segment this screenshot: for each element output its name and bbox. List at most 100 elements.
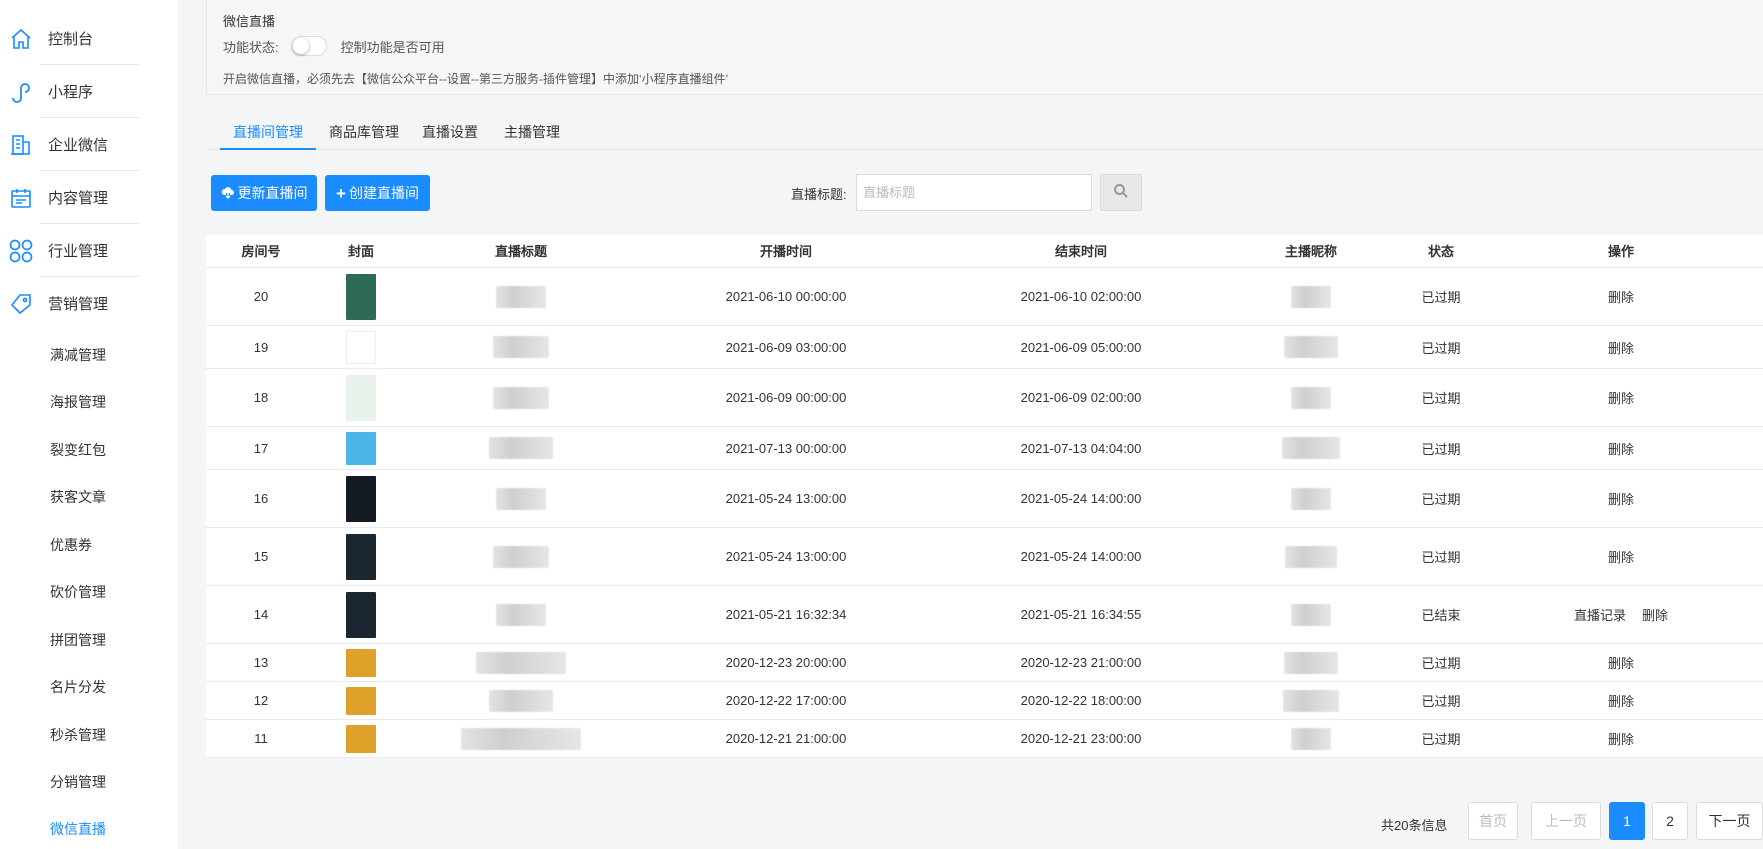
- column-header-start: 开播时间: [759, 244, 812, 259]
- delete-link[interactable]: 删除: [1608, 729, 1634, 748]
- sidebar-item-dashboard[interactable]: 控制台: [0, 12, 140, 65]
- anchor-cell: [1226, 326, 1396, 368]
- delete-link[interactable]: 删除: [1608, 653, 1634, 672]
- sidebar-sub-flash-sale[interactable]: 秒杀管理: [50, 725, 106, 745]
- status-cell: 已过期: [1421, 290, 1461, 305]
- delete-link[interactable]: 删除: [1608, 388, 1634, 407]
- anchor-cell: [1226, 644, 1396, 681]
- tab-product-library[interactable]: 商品库管理: [316, 122, 412, 150]
- page-button-2[interactable]: 2: [1652, 802, 1688, 840]
- feature-toggle[interactable]: [290, 36, 327, 56]
- tab-live-rooms[interactable]: 直播间管理: [220, 122, 316, 150]
- plus-icon: +: [336, 183, 346, 203]
- redacted-anchor: [1283, 689, 1339, 712]
- table-row: 13 2020-12-23 20:00:00 2020-12-23 21:00:00…: [206, 644, 1763, 682]
- sidebar-sub-poster[interactable]: 海报管理: [50, 392, 106, 412]
- calendar-icon: [8, 185, 34, 211]
- search-button[interactable]: [1100, 174, 1142, 211]
- create-room-button[interactable]: + 创建直播间: [325, 175, 430, 211]
- actions-cell: 删除: [1486, 369, 1756, 426]
- sidebar-item-industry[interactable]: 行业管理: [0, 224, 140, 277]
- delete-link[interactable]: 删除: [1608, 547, 1634, 566]
- actions-cell: 删除: [1486, 720, 1756, 757]
- page-button-1[interactable]: 1: [1609, 802, 1645, 840]
- end-time-cell: 2021-06-09 05:00:00: [1020, 339, 1142, 355]
- status-cell: 已过期: [1421, 694, 1461, 709]
- feature-panel: 微信直播 功能状态: 控制功能是否可用 开启微信直播，必须先去【微信公众平台--…: [206, 0, 1763, 95]
- redacted-anchor: [1284, 336, 1338, 358]
- sidebar-sub-red-packet[interactable]: 裂变红包: [50, 440, 106, 460]
- status-hint: 控制功能是否可用: [340, 39, 445, 55]
- status-cell: 已过期: [1421, 340, 1461, 356]
- column-header-cover: 封面: [347, 244, 374, 259]
- sidebar-item-content[interactable]: 内容管理: [0, 171, 140, 224]
- redacted-title: [496, 285, 546, 308]
- room-number-cell: 20: [253, 289, 269, 304]
- delete-link[interactable]: 删除: [1608, 439, 1634, 458]
- home-icon: [8, 26, 34, 52]
- start-time-cell: 2021-05-24 13:00:00: [725, 549, 847, 564]
- table-row: 20 2021-06-10 00:00:00 2021-06-10 02:00:00…: [206, 268, 1763, 326]
- actions-cell: 直播记录 删除: [1486, 586, 1756, 643]
- sidebar-sub-card-share[interactable]: 名片分发: [50, 677, 106, 697]
- sidebar-sub-coupons[interactable]: 优惠券: [50, 535, 92, 555]
- page-first-button[interactable]: 首页: [1468, 802, 1518, 840]
- page-next-button[interactable]: 下一页: [1696, 802, 1763, 840]
- cover-image: [346, 374, 376, 421]
- anchor-cell: [1226, 369, 1396, 426]
- title-cell: [406, 268, 636, 325]
- actions-cell: 删除: [1486, 470, 1756, 527]
- sidebar-sub-wechat-live[interactable]: 微信直播: [50, 819, 106, 839]
- start-time-cell: 2021-06-09 03:00:00: [725, 339, 847, 355]
- tag-icon: [8, 291, 34, 317]
- redacted-anchor: [1284, 651, 1338, 674]
- refresh-rooms-button[interactable]: 更新直播间: [211, 175, 317, 211]
- delete-link[interactable]: 删除: [1608, 338, 1634, 357]
- tab-anchors[interactable]: 主播管理: [491, 122, 573, 150]
- search-label: 直播标题:: [791, 187, 847, 202]
- live-record-link[interactable]: 直播记录: [1574, 605, 1626, 624]
- search-input[interactable]: [856, 174, 1092, 211]
- sidebar-item-enterprise-wechat[interactable]: 企业微信: [0, 118, 140, 171]
- end-time-cell: 2020-12-23 21:00:00: [1020, 655, 1142, 670]
- delete-link[interactable]: 删除: [1608, 489, 1634, 508]
- redacted-anchor: [1282, 437, 1340, 459]
- cover-image: [346, 431, 376, 465]
- sidebar-item-label: 企业微信: [48, 137, 109, 154]
- live-room-table: 房间号 封面 直播标题 开播时间 结束时间 主播昵称 状态 操作 20 2021-…: [206, 235, 1763, 758]
- page-prev-button[interactable]: 上一页: [1531, 802, 1601, 840]
- sidebar-sub-group-buy[interactable]: 拼团管理: [50, 630, 106, 650]
- actions-cell: 删除: [1486, 326, 1756, 368]
- cover-cell: [316, 586, 406, 643]
- room-number-cell: 17: [253, 440, 269, 456]
- table-row: 11 2020-12-21 21:00:00 2020-12-21 23:00:00…: [206, 720, 1763, 758]
- sidebar-sub-bargain[interactable]: 砍价管理: [50, 582, 106, 602]
- room-number-cell: 15: [253, 549, 269, 564]
- delete-link[interactable]: 删除: [1642, 605, 1668, 624]
- title-cell: [406, 470, 636, 527]
- end-time-cell: 2021-05-24 14:00:00: [1020, 549, 1142, 564]
- sidebar-sub-full-reduction[interactable]: 满减管理: [50, 345, 106, 365]
- delete-link[interactable]: 删除: [1608, 691, 1634, 710]
- tab-live-settings[interactable]: 直播设置: [409, 122, 491, 150]
- start-time-cell: 2020-12-22 17:00:00: [725, 693, 847, 708]
- status-cell: 已过期: [1421, 656, 1461, 671]
- cover-image: [346, 475, 376, 522]
- search-icon: [1113, 183, 1129, 202]
- table-row: 12 2020-12-22 17:00:00 2020-12-22 18:00:00…: [206, 682, 1763, 720]
- end-time-cell: 2021-07-13 04:04:00: [1020, 440, 1142, 456]
- sidebar-item-miniprogram[interactable]: 小程序: [0, 65, 140, 118]
- room-number-cell: 14: [253, 607, 269, 622]
- sidebar-sub-distribution[interactable]: 分销管理: [50, 772, 106, 792]
- delete-link[interactable]: 删除: [1608, 287, 1634, 306]
- sidebar-sub-articles[interactable]: 获客文章: [50, 487, 106, 507]
- table-header: 房间号 封面 直播标题 开播时间 结束时间 主播昵称 状态 操作: [206, 235, 1763, 268]
- redacted-title: [489, 689, 553, 712]
- cover-cell: [316, 682, 406, 719]
- cover-image: [346, 648, 376, 677]
- sidebar-item-marketing[interactable]: 营销管理: [0, 277, 140, 330]
- column-header-end: 结束时间: [1054, 244, 1107, 259]
- room-number-cell: 11: [254, 731, 268, 746]
- end-time-cell: 2021-05-21 16:34:55: [1020, 607, 1142, 622]
- cover-cell: [316, 470, 406, 527]
